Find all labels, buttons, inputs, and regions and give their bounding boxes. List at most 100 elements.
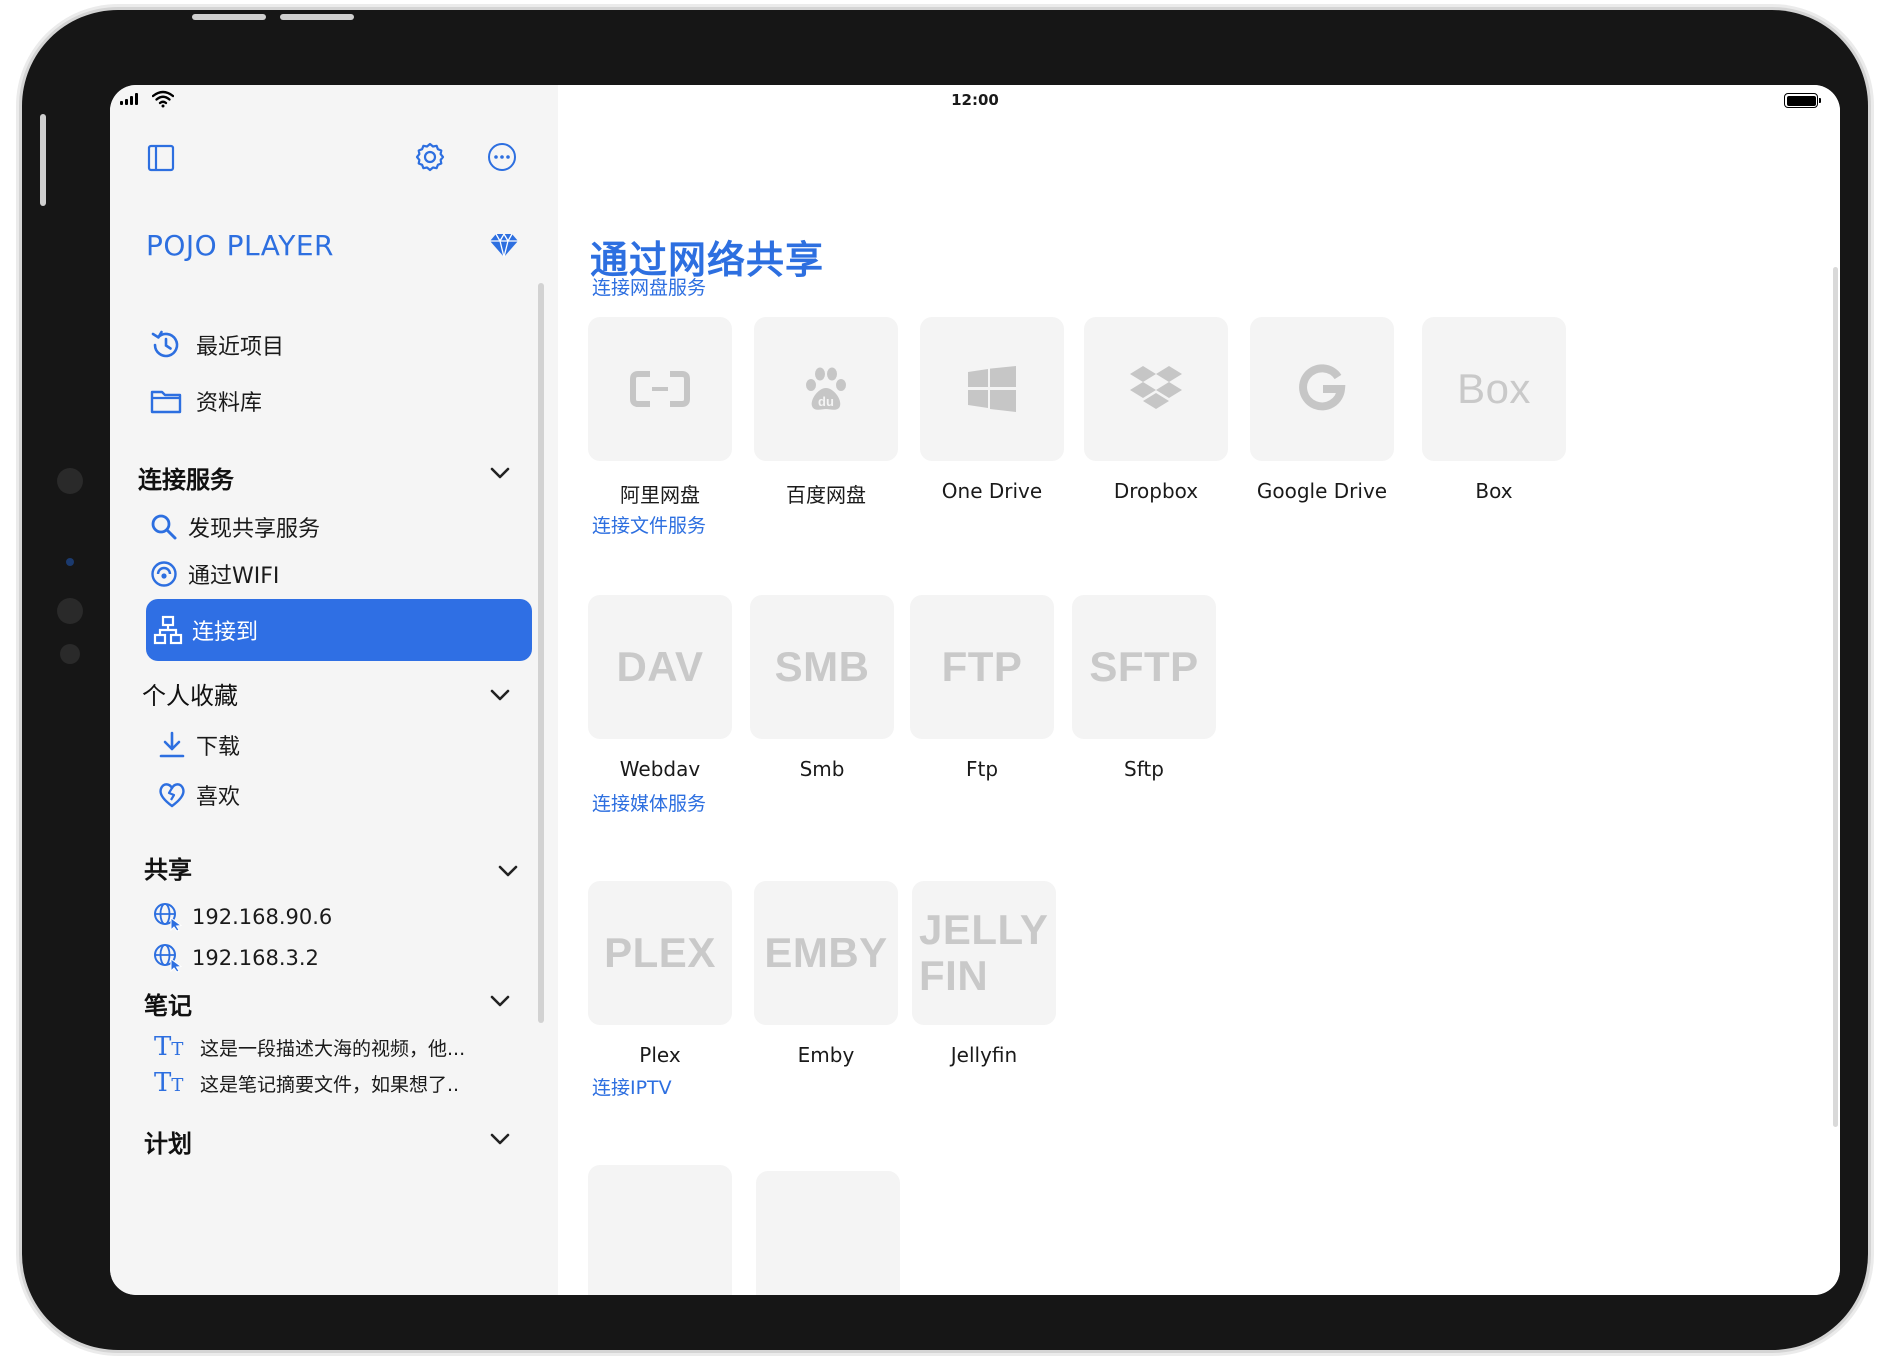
section-notes[interactable]: 笔记 xyxy=(144,983,192,1023)
service-label: Box xyxy=(1475,479,1513,503)
section-connect-services[interactable]: 连接服务 xyxy=(138,457,234,497)
service-tile-google-drive[interactable]: Google Drive xyxy=(1250,317,1394,503)
windows-icon xyxy=(968,366,1016,412)
sidebar-item-wifi[interactable]: 通过WIFI xyxy=(146,550,279,598)
hardware-button xyxy=(40,114,46,206)
more-icon xyxy=(488,143,516,171)
svg-text:du: du xyxy=(818,394,834,409)
service-tile-onedrive[interactable]: One Drive xyxy=(920,317,1064,503)
dropbox-icon xyxy=(1130,366,1182,409)
plex-logo: PLEX xyxy=(604,928,716,976)
service-tile-box[interactable]: Box Box xyxy=(1422,317,1566,503)
sidebar-item-share-host[interactable]: 192.168.3.2 xyxy=(150,934,319,982)
sidebar-item-library[interactable]: 资料库 xyxy=(146,377,262,425)
jellyfin-logo: JELLY FIN xyxy=(919,905,1049,999)
service-label: Emby xyxy=(797,1043,855,1067)
sensor xyxy=(57,598,83,624)
sidebar-item-discover[interactable]: 发现共享服务 xyxy=(146,503,320,551)
service-tile-sftp[interactable]: SFTP Sftp xyxy=(1072,595,1216,781)
service-tile-baidu[interactable]: du 百度网盘 xyxy=(754,317,898,508)
hardware-button xyxy=(192,14,266,20)
service-tile-dropbox[interactable]: Dropbox xyxy=(1084,317,1228,503)
service-tile-iptv[interactable] xyxy=(756,1171,900,1295)
sensor xyxy=(57,468,83,494)
service-tile-emby[interactable]: EMBY Emby xyxy=(754,881,898,1067)
aliyun-icon xyxy=(630,371,690,407)
app-title: POJO PLAYER xyxy=(146,229,334,262)
chevron-down-icon[interactable] xyxy=(486,681,514,709)
service-tile-ftp[interactable]: FTP Ftp xyxy=(910,595,1054,781)
settings-button[interactable] xyxy=(412,139,448,175)
service-tile-plex[interactable]: PLEX Plex xyxy=(588,881,732,1067)
screen: 12:00 POJO PLAYER 最近项目 资料库 连接服务 发现共享服务 通… xyxy=(110,85,1840,1295)
service-label: Ftp xyxy=(965,757,999,781)
service-label: One Drive xyxy=(941,479,1043,503)
status-bar: 12:00 xyxy=(110,85,1840,115)
history-icon xyxy=(146,325,186,365)
battery-icon xyxy=(1784,93,1821,108)
ftp-logo: FTP xyxy=(941,642,1023,690)
smb-logo: SMB xyxy=(774,642,870,690)
folder-icon xyxy=(146,381,186,421)
sidebar-item-label: 连接到 xyxy=(192,620,259,645)
sidebar-item-label: 192.168.90.6 xyxy=(192,905,333,929)
sidebar-item-label: 通过WIFI xyxy=(188,564,280,589)
service-tile-webdav[interactable]: DAV Webdav xyxy=(588,595,732,781)
chevron-down-icon[interactable] xyxy=(494,857,522,885)
note-item-label: 这是笔记摘要文件，如果想了.. xyxy=(200,1073,460,1096)
sidebar-item-download[interactable]: 下载 xyxy=(154,721,240,769)
sidebar-item-label: 资料库 xyxy=(196,391,263,416)
text-icon: TT xyxy=(154,1032,184,1062)
gear-icon xyxy=(415,142,445,172)
sidebar-scrollbar[interactable] xyxy=(538,283,544,1023)
sftp-logo: SFTP xyxy=(1089,642,1199,690)
network-icon xyxy=(150,610,186,650)
service-label: Dropbox xyxy=(1113,479,1199,503)
premium-button[interactable] xyxy=(486,227,522,263)
globe-pointer-icon xyxy=(150,897,186,937)
section-share[interactable]: 共享 xyxy=(144,847,192,887)
google-icon xyxy=(1299,364,1346,411)
box-logo: Box xyxy=(1457,364,1531,412)
tablet-frame: 12:00 POJO PLAYER 最近项目 资料库 连接服务 发现共享服务 通… xyxy=(22,10,1868,1350)
note-item[interactable]: TT 这是笔记摘要文件，如果想了.. xyxy=(154,1065,459,1101)
note-item[interactable]: TT 这是一段描述大海的视频，他... xyxy=(154,1029,465,1065)
sidebar-item-label: 喜欢 xyxy=(196,785,241,810)
heart-icon xyxy=(154,775,190,815)
chevron-down-icon[interactable] xyxy=(486,987,514,1015)
search-icon xyxy=(146,507,182,547)
webdav-logo: DAV xyxy=(616,642,704,690)
chevron-down-icon[interactable] xyxy=(486,1125,514,1153)
sidebar-item-favorites[interactable]: 喜欢 xyxy=(154,771,240,819)
emby-logo: EMBY xyxy=(764,928,888,976)
download-icon xyxy=(154,725,190,765)
section-plan[interactable]: 计划 xyxy=(144,1121,192,1161)
group-title-media: 连接媒体服务 xyxy=(592,793,707,815)
main-content: 通过网络共享 连接网盘服务 阿里网盘 du 百度网盘 One Drive Dro… xyxy=(558,85,1840,1295)
text-icon: TT xyxy=(154,1068,184,1098)
service-tile-jellyfin[interactable]: JELLY FIN Jellyfin xyxy=(912,881,1056,1067)
sidebar-item-label: 192.168.3.2 xyxy=(192,946,319,970)
chevron-down-icon[interactable] xyxy=(486,459,514,487)
section-favorites[interactable]: 个人收藏 xyxy=(142,673,238,713)
sidebar: POJO PLAYER 最近项目 资料库 连接服务 发现共享服务 通过WIFI … xyxy=(110,85,558,1295)
service-tile-iptv[interactable] xyxy=(588,1165,732,1295)
service-label: Webdav xyxy=(619,757,701,781)
group-title-file: 连接文件服务 xyxy=(592,515,707,537)
sidebar-toggle-button[interactable] xyxy=(143,140,179,176)
sidebar-icon xyxy=(147,144,175,172)
note-item-label: 这是一段描述大海的视频，他... xyxy=(200,1037,466,1060)
baidu-icon: du xyxy=(806,367,846,410)
service-label: 百度网盘 xyxy=(786,483,866,507)
service-tile-smb[interactable]: SMB Smb xyxy=(750,595,894,781)
sidebar-item-connect-to[interactable]: 连接到 xyxy=(146,599,532,661)
service-label: Google Drive xyxy=(1256,479,1388,503)
service-tile-aliyun[interactable]: 阿里网盘 xyxy=(588,317,732,508)
service-label: Plex xyxy=(639,1043,681,1067)
clock: 12:00 xyxy=(951,91,999,109)
group-title-cloud: 连接网盘服务 xyxy=(592,277,707,299)
more-options-button[interactable] xyxy=(484,139,520,175)
sidebar-item-recent[interactable]: 最近项目 xyxy=(146,321,284,369)
group-title-iptv: 连接IPTV xyxy=(592,1077,672,1099)
main-scrollbar[interactable] xyxy=(1833,267,1838,1127)
